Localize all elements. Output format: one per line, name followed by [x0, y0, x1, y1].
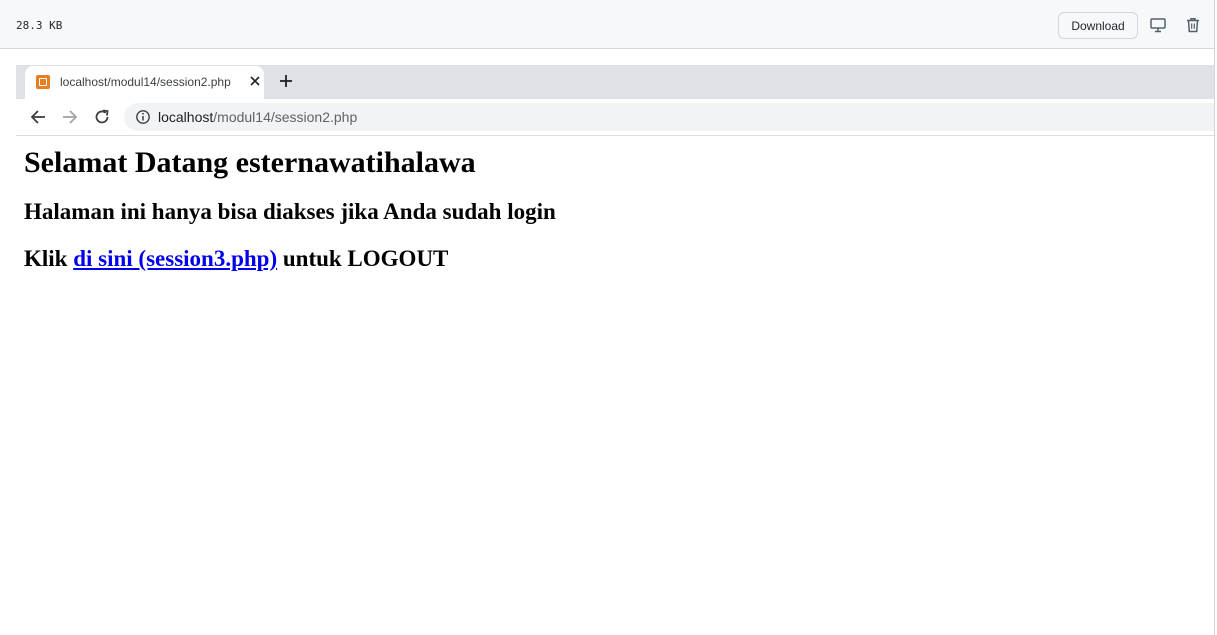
- logout-line: Klik di sini (session3.php) untuk LOGOUT: [24, 247, 1206, 270]
- tab-title: localhost/modul14/session2.php: [60, 75, 231, 89]
- back-arrow-icon[interactable]: [29, 108, 47, 126]
- viewer-border: [1214, 48, 1215, 635]
- address-bar[interactable]: localhost/modul14/session2.php: [124, 103, 1214, 131]
- url-text: localhost/modul14/session2.php: [158, 109, 357, 125]
- desktop-icon[interactable]: [1149, 16, 1167, 34]
- reload-icon[interactable]: [93, 108, 111, 126]
- login-notice: Halaman ini hanya bisa diakses jika Anda…: [24, 199, 556, 224]
- logout-prefix: Klik: [24, 246, 74, 271]
- trash-icon[interactable]: [1184, 16, 1202, 34]
- url-path: /modul14/session2.php: [213, 109, 358, 125]
- close-icon[interactable]: [248, 74, 262, 88]
- plus-icon[interactable]: [278, 73, 294, 89]
- forward-arrow-icon[interactable]: [61, 108, 79, 126]
- logout-link[interactable]: di sini (session3.php): [73, 246, 277, 271]
- logout-suffix: untuk LOGOUT: [277, 246, 449, 271]
- page-content: Selamat Datang esternawatihalawa Halaman…: [24, 136, 1206, 271]
- file-viewer-header: 28.3 KB Download: [0, 0, 1215, 49]
- browser-screenshot: localhost/modul14/session2.php localhost…: [16, 65, 1214, 635]
- download-button[interactable]: Download: [1058, 12, 1138, 39]
- info-icon[interactable]: [135, 109, 151, 125]
- tab-strip: localhost/modul14/session2.php: [16, 65, 1214, 99]
- tab-session2[interactable]: localhost/modul14/session2.php: [25, 66, 264, 99]
- file-size: 28.3 KB: [16, 19, 63, 32]
- browser-toolbar: localhost/modul14/session2.php: [16, 99, 1214, 136]
- page-title: Selamat Datang esternawatihalawa: [24, 146, 476, 179]
- favicon-icon: [36, 75, 50, 89]
- url-host: localhost: [158, 109, 214, 125]
